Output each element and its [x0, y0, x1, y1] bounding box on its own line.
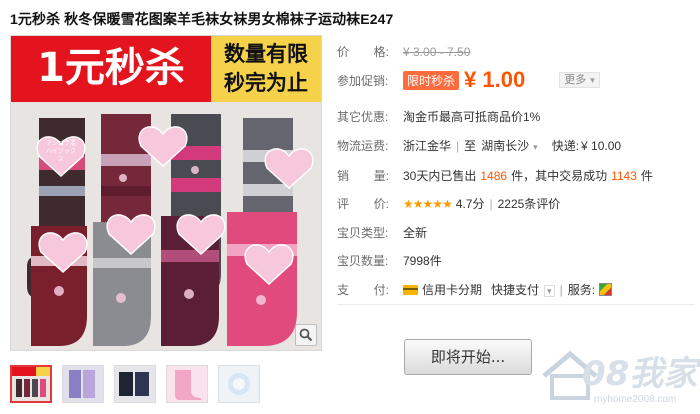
promo-tag: 限时秒杀	[403, 70, 460, 90]
thumbnail-4[interactable]	[166, 365, 208, 403]
thumbnail-strip	[10, 365, 260, 403]
rating-stars: ★★★★★	[403, 196, 453, 211]
chevron-down-icon: ▾	[533, 142, 538, 152]
item-type-label: 宝贝类型:	[337, 226, 389, 240]
ship-from: 浙江金华	[403, 139, 452, 153]
chevron-down-icon: ▾	[590, 75, 595, 85]
promo-label: 参加促销:	[337, 73, 389, 88]
product-title: 1元秒杀 秋冬保暖雪花图案羊毛袜女袜男女棉袜子运动袜E247	[10, 11, 394, 27]
original-price: ¥ 3.00 - 7.50	[403, 44, 471, 59]
quick-pay[interactable]: 快捷支付 ▾	[491, 281, 555, 298]
zoom-button[interactable]	[295, 324, 317, 346]
ship-separator: |	[456, 138, 460, 153]
sales-suffix: 件	[640, 169, 653, 183]
thumbnail-5[interactable]	[218, 365, 260, 403]
sock-tag-text: アンゴラ混 ハイソックス	[46, 141, 76, 163]
thumbnail-3[interactable]	[114, 365, 156, 403]
watermark-logo-text: 08我家	[582, 354, 698, 394]
sales-mid: 件，其中交易成功	[511, 169, 608, 183]
magnifier-icon	[299, 328, 313, 342]
divider	[337, 304, 695, 305]
service-badge-icon[interactable]	[599, 283, 613, 296]
image-banner-limit: 数量有限	[224, 42, 308, 66]
buy-coming-soon-button[interactable]: 即将开始...	[404, 339, 532, 375]
success-count: 1143	[611, 168, 637, 183]
credit-installment[interactable]: 信用卡分期	[422, 281, 482, 298]
credit-card-icon	[403, 284, 418, 295]
price-label: 价格:	[337, 45, 389, 59]
ship-to-word: 至	[464, 139, 477, 153]
rating-separator: |	[489, 196, 493, 211]
image-banner-soldout: 秒完为止	[224, 71, 308, 95]
image-banner-text: 1元秒杀	[37, 45, 185, 91]
sold-count: 1486	[480, 168, 508, 183]
shipping-label: 物流运费:	[337, 139, 389, 153]
main-product-image[interactable]: 1元秒杀 数量有限 秒完为止 アンゴラ混 ハイソックス	[10, 35, 322, 351]
sales-prefix: 30天内已售出	[403, 169, 477, 183]
rating-label: 评价:	[337, 197, 389, 211]
rating-score[interactable]: 4.7分	[456, 195, 485, 212]
other-offers-label: 其它优惠:	[337, 110, 389, 124]
item-qty-value: 7998件	[403, 254, 442, 268]
item-qty-label: 宝贝数量:	[337, 254, 389, 268]
item-type-value: 全新	[403, 226, 428, 240]
thumbnail-2[interactable]	[62, 365, 104, 403]
express-label: 快递:	[551, 139, 580, 153]
site-watermark: 08我家 myhome2008.com	[530, 342, 698, 412]
service-label: 服务:	[567, 283, 596, 297]
review-count[interactable]: 2225条评价	[498, 195, 561, 212]
thumbnail-1[interactable]	[10, 365, 52, 403]
watermark-url: myhome2008.com	[594, 394, 677, 405]
other-offers-value: 淘金币最高可抵商品价1%	[403, 110, 541, 124]
payment-label: 支付:	[337, 283, 389, 297]
promo-price: ¥ 1.00	[464, 67, 526, 92]
chevron-down-icon: ▾	[544, 285, 555, 297]
sales-label: 销量:	[337, 169, 389, 183]
more-promos-button[interactable]: 更多 ▾	[559, 72, 600, 88]
payment-separator: |	[559, 282, 563, 297]
express-price: ¥ 10.00	[581, 138, 622, 153]
ship-to-location[interactable]: 湖南长沙 ▾	[481, 137, 538, 154]
